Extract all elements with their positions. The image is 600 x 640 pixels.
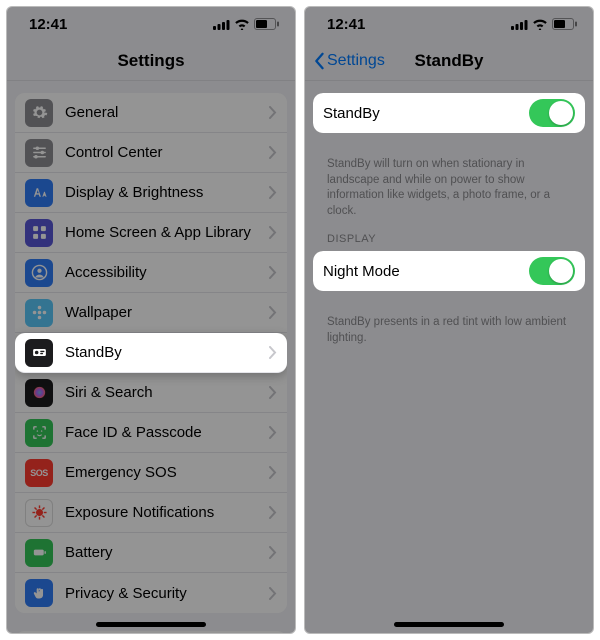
standby-icon — [25, 339, 53, 367]
battery-icon — [25, 539, 53, 567]
grid-icon — [25, 219, 53, 247]
standby-label: StandBy — [323, 105, 529, 122]
display-group: Night Mode — [313, 251, 585, 291]
settings-row-app-store[interactable]: App Store — [15, 631, 287, 633]
chevron-right-icon — [269, 266, 277, 279]
page-title: Settings — [117, 51, 184, 71]
settings-row-general[interactable]: General — [15, 93, 287, 133]
left-phone-settings: 12:41 Settings General Control Center Disp… — [6, 6, 296, 634]
night-mode-toggle[interactable] — [529, 257, 575, 285]
settings-row-battery[interactable]: Battery — [15, 533, 287, 573]
status-time: 12:41 — [29, 16, 67, 33]
status-icons — [213, 18, 279, 30]
page-title: StandBy — [415, 51, 484, 71]
status-icons — [511, 18, 577, 30]
row-label: Home Screen & App Library — [65, 224, 269, 241]
status-bar: 12:41 — [7, 7, 295, 41]
row-label: StandBy — [65, 344, 269, 361]
settings-row-privacy-security[interactable]: Privacy & Security — [15, 573, 287, 613]
settings-group-2: App StoreWallet & Apple Pay — [15, 631, 287, 633]
flower-icon — [25, 299, 53, 327]
row-label: Privacy & Security — [65, 585, 269, 602]
settings-row-display-brightness[interactable]: Display & Brightness — [15, 173, 287, 213]
chevron-right-icon — [269, 306, 277, 319]
settings-group-1: General Control Center Display & Brightnes… — [15, 93, 287, 613]
row-label: Wallpaper — [65, 304, 269, 321]
chevron-right-icon — [269, 226, 277, 239]
back-button[interactable]: Settings — [313, 41, 385, 80]
status-time: 12:41 — [327, 16, 365, 33]
faceid-icon — [25, 419, 53, 447]
settings-row-standby[interactable]: StandBy — [15, 333, 287, 373]
wifi-icon — [234, 18, 250, 30]
settings-list[interactable]: General Control Center Display & Brightnes… — [7, 81, 295, 633]
chevron-right-icon — [269, 186, 277, 199]
settings-row-face-id-passcode[interactable]: Face ID & Passcode — [15, 413, 287, 453]
standby-footer: StandBy will turn on when stationary in … — [313, 151, 585, 219]
chevron-right-icon — [269, 426, 277, 439]
row-label: Face ID & Passcode — [65, 424, 269, 441]
standby-content: StandBy StandBy will turn on when statio… — [305, 81, 593, 633]
person-icon — [25, 259, 53, 287]
settings-row-siri-search[interactable]: Siri & Search — [15, 373, 287, 413]
home-indicator — [394, 622, 504, 627]
row-label: Control Center — [65, 144, 269, 161]
hand-icon — [25, 579, 53, 607]
nav-bar: Settings — [7, 41, 295, 81]
row-label: Siri & Search — [65, 384, 269, 401]
settings-row-control-center[interactable]: Control Center — [15, 133, 287, 173]
settings-row-accessibility[interactable]: Accessibility — [15, 253, 287, 293]
night-mode-row[interactable]: Night Mode — [313, 251, 585, 291]
covid-icon — [25, 499, 53, 527]
night-mode-footer: StandBy presents in a red tint with low … — [313, 309, 585, 346]
chevron-right-icon — [269, 506, 277, 519]
battery-icon — [254, 18, 279, 30]
row-label: Display & Brightness — [65, 184, 269, 201]
standby-group: StandBy — [313, 93, 585, 133]
chevron-left-icon — [313, 52, 325, 70]
chevron-right-icon — [269, 106, 277, 119]
row-label: Battery — [65, 544, 269, 561]
sliders-icon — [25, 139, 53, 167]
row-label: Emergency SOS — [65, 464, 269, 481]
standby-toggle[interactable] — [529, 99, 575, 127]
gear-icon — [25, 99, 53, 127]
status-bar: 12:41 — [305, 7, 593, 41]
chevron-right-icon — [269, 466, 277, 479]
wifi-icon — [532, 18, 548, 30]
chevron-right-icon — [269, 386, 277, 399]
settings-row-home-screen-app-library[interactable]: Home Screen & App Library — [15, 213, 287, 253]
settings-row-emergency-sos[interactable]: SOS Emergency SOS — [15, 453, 287, 493]
standby-row[interactable]: StandBy — [313, 93, 585, 133]
sos-icon: SOS — [25, 459, 53, 487]
home-indicator — [96, 622, 206, 627]
signal-icon — [511, 19, 528, 30]
row-label: Accessibility — [65, 264, 269, 281]
night-mode-label: Night Mode — [323, 263, 529, 280]
back-label: Settings — [327, 52, 385, 70]
display-header: DISPLAY — [313, 219, 585, 251]
text-size-icon — [25, 179, 53, 207]
row-label: General — [65, 104, 269, 121]
chevron-right-icon — [269, 346, 277, 359]
row-label: Exposure Notifications — [65, 504, 269, 521]
signal-icon — [213, 19, 230, 30]
battery-icon — [552, 18, 577, 30]
chevron-right-icon — [269, 587, 277, 600]
settings-row-wallpaper[interactable]: Wallpaper — [15, 293, 287, 333]
nav-bar: Settings StandBy — [305, 41, 593, 81]
chevron-right-icon — [269, 146, 277, 159]
chevron-right-icon — [269, 546, 277, 559]
siri-icon — [25, 379, 53, 407]
settings-row-exposure-notifications[interactable]: Exposure Notifications — [15, 493, 287, 533]
right-phone-standby: 12:41 Settings StandBy StandBy StandBy w… — [304, 6, 594, 634]
